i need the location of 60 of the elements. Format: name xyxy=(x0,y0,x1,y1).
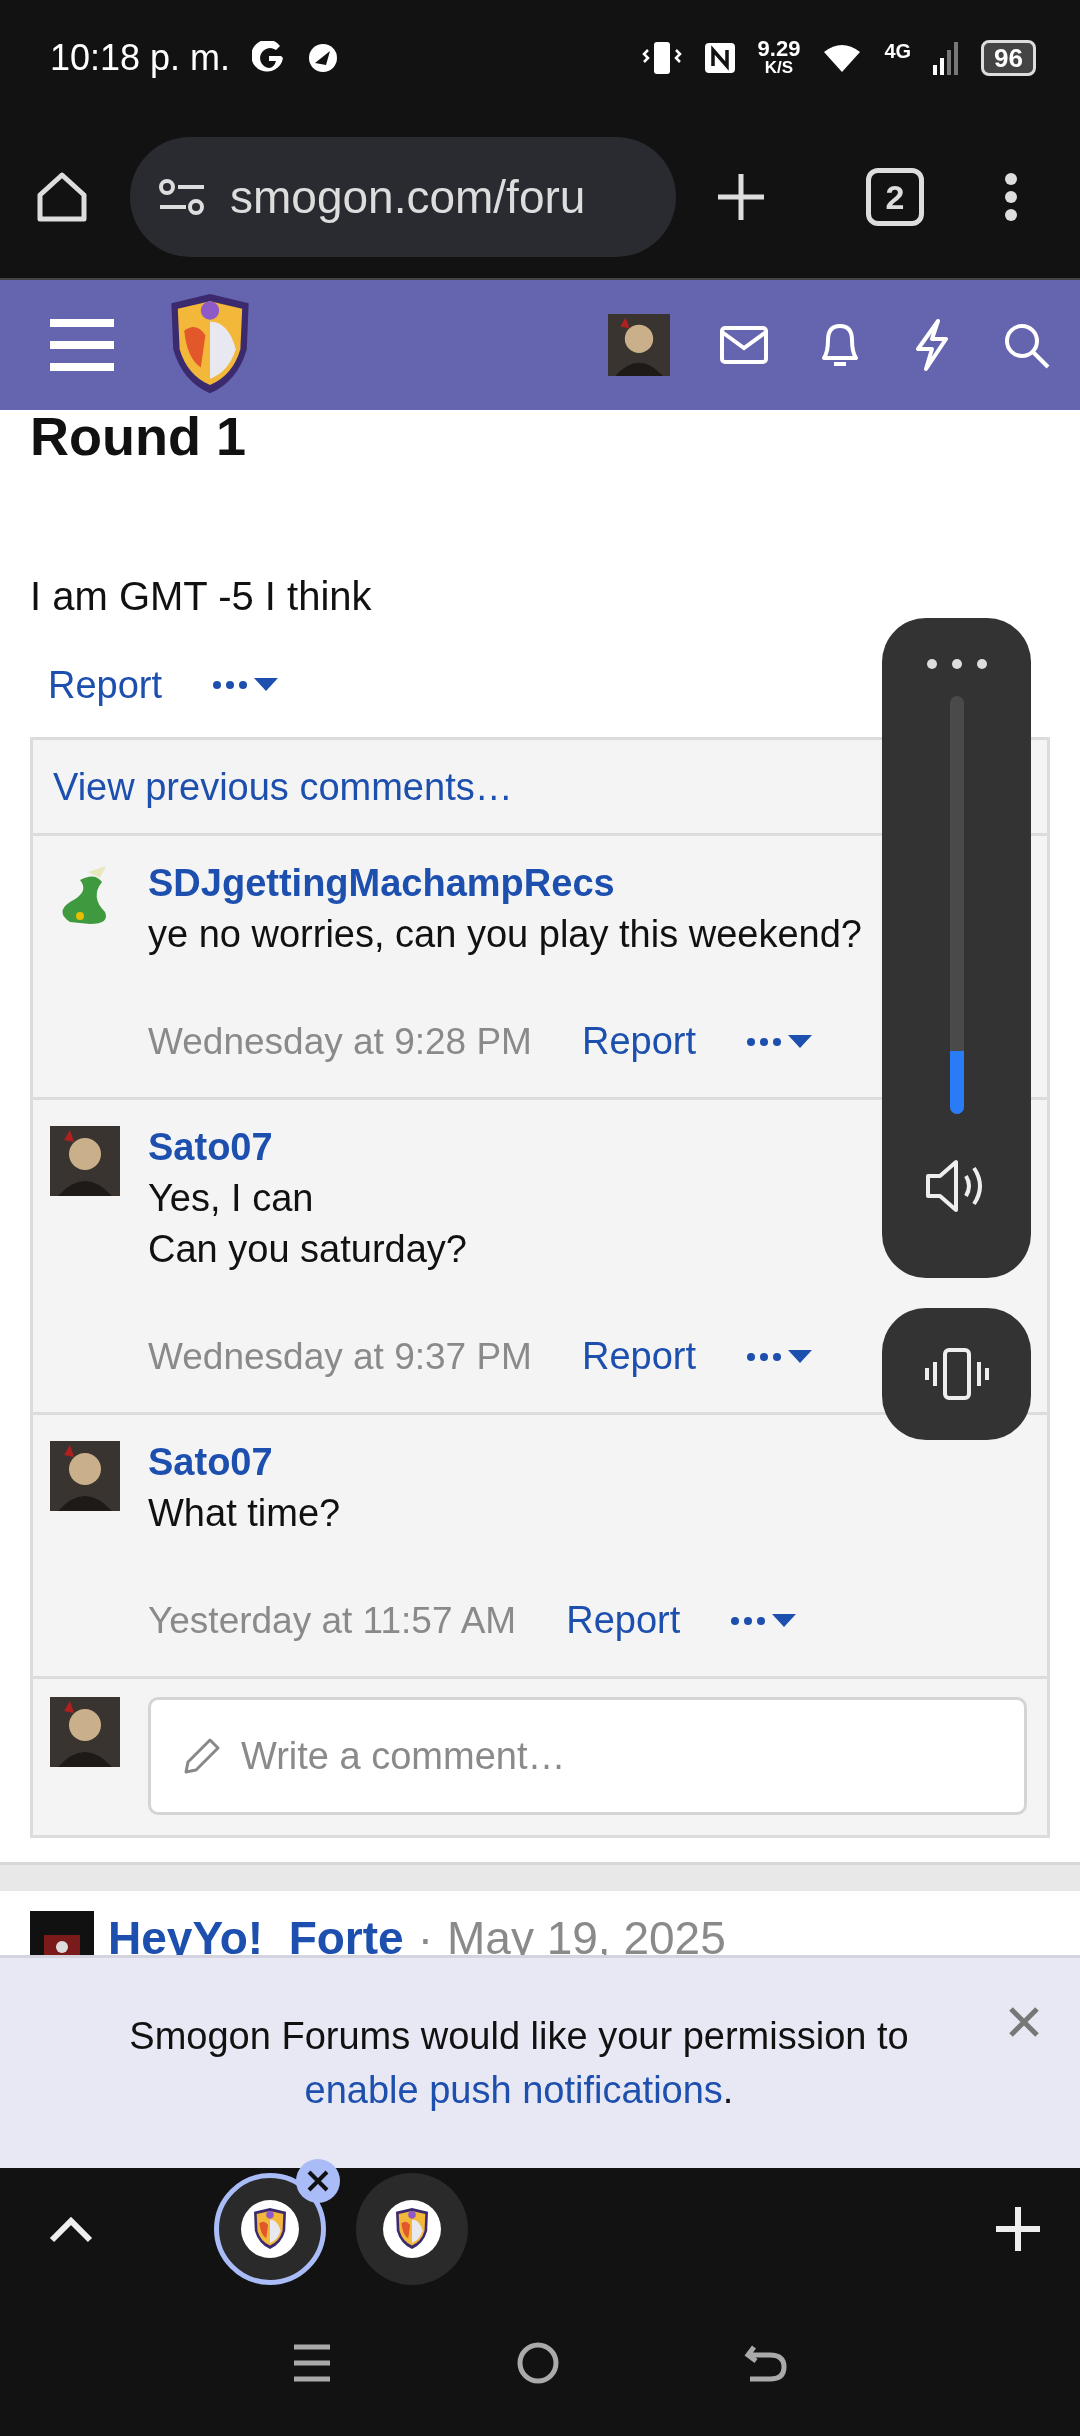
report-link[interactable]: Report xyxy=(48,663,163,707)
url-text: smogon.com/foru xyxy=(230,170,586,224)
post-date: May 19, 2025 xyxy=(447,1911,726,1965)
vibrate-button[interactable] xyxy=(882,1308,1031,1440)
comment-text: What time? xyxy=(148,1492,341,1535)
battery-level: 96 xyxy=(981,40,1036,76)
caret-icon xyxy=(788,1034,812,1049)
speed-unit: K/S xyxy=(764,60,794,77)
more-menu[interactable] xyxy=(730,1613,797,1628)
nfc-icon xyxy=(703,42,736,74)
report-link[interactable]: Report xyxy=(581,1020,696,1063)
volume-slider[interactable] xyxy=(949,696,964,1114)
avatar xyxy=(50,1126,120,1196)
comment-author[interactable]: SDJgettingMachampRecs xyxy=(148,862,615,905)
more-icon xyxy=(212,680,249,690)
recents-button[interactable] xyxy=(292,2343,332,2383)
comment-text: Can you saturday? xyxy=(148,1228,467,1271)
more-menu[interactable] xyxy=(746,1349,812,1364)
home-button[interactable] xyxy=(516,2341,560,2385)
report-link[interactable]: Report xyxy=(581,1335,696,1378)
comment-text: ye no worries, can you play this weekend? xyxy=(148,913,862,956)
search-icon[interactable] xyxy=(1002,321,1050,369)
favicon xyxy=(393,2208,431,2250)
comment-author[interactable]: Sato07 xyxy=(148,1441,273,1484)
post-text: I am GMT -5 I think xyxy=(29,574,373,619)
favicon xyxy=(251,2208,289,2250)
mail-icon[interactable] xyxy=(720,326,768,364)
wifi-icon xyxy=(822,42,863,74)
signal-icon xyxy=(933,41,960,75)
clock: 10:18 p. m. xyxy=(50,37,231,79)
view-previous-link[interactable]: View previous comments… xyxy=(53,766,513,809)
permission-message: Smogon Forums would like your permission to enable push notifications. xyxy=(128,2014,910,2113)
more-icon[interactable] xyxy=(925,658,988,670)
more-icon xyxy=(730,1615,767,1626)
comment-text: Yes, I can xyxy=(148,1177,314,1220)
new-tab-button[interactable] xyxy=(716,172,766,222)
caret-icon xyxy=(772,1613,797,1628)
account-avatar[interactable] xyxy=(608,314,670,376)
avatar xyxy=(50,1441,120,1511)
separator: · xyxy=(417,1911,433,1965)
enable-notifications-link[interactable]: enable push notifications xyxy=(304,2069,723,2111)
report-link[interactable]: Report xyxy=(566,1599,681,1642)
menu-button[interactable] xyxy=(1004,172,1018,222)
more-menu[interactable] xyxy=(212,678,279,692)
comment-author[interactable]: Sato07 xyxy=(148,1126,273,1169)
post-title: Round 1 xyxy=(29,410,247,464)
more-icon xyxy=(746,1351,782,1362)
avatar xyxy=(50,1697,120,1767)
more-icon xyxy=(746,1036,782,1047)
more-menu[interactable] xyxy=(746,1034,812,1049)
comment-input[interactable]: Write a comment… xyxy=(148,1697,1027,1815)
new-tab-button[interactable] xyxy=(996,2207,1040,2251)
pencil-icon xyxy=(182,1736,222,1776)
tab-switcher-button[interactable]: 2 xyxy=(866,168,924,226)
site-settings-icon xyxy=(158,177,206,217)
network-speed: 9.29 xyxy=(757,39,801,61)
caret-icon xyxy=(254,678,279,692)
address-bar[interactable]: smogon.com/foru xyxy=(130,137,676,257)
caret-icon xyxy=(788,1349,812,1364)
network-type: 4G xyxy=(884,40,912,63)
